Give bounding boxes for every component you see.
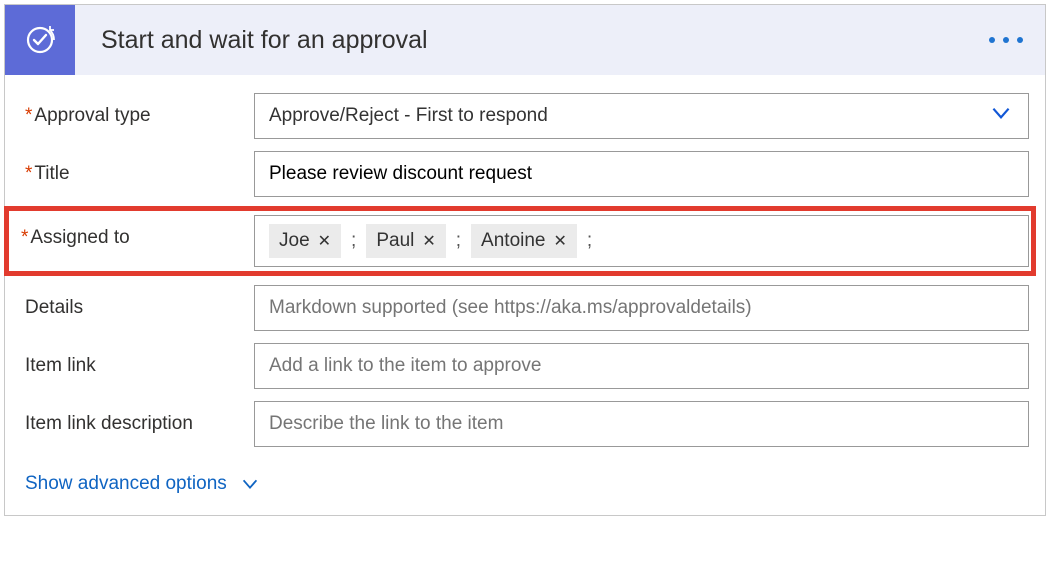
card-header: Start and wait for an approval xyxy=(5,5,1045,75)
details-label: Details xyxy=(21,285,246,319)
ellipsis-icon xyxy=(1003,37,1009,43)
assignee-chip-label: Antoine xyxy=(481,230,545,252)
item-link-input[interactable] xyxy=(269,355,1014,377)
title-input-wrapper xyxy=(254,151,1029,197)
more-actions-button[interactable] xyxy=(989,37,1023,43)
chip-separator: ; xyxy=(587,230,592,252)
approval-type-select[interactable]: Approve/Reject - First to respond xyxy=(254,93,1029,139)
show-advanced-options-button[interactable]: Show advanced options xyxy=(25,473,261,495)
assignee-chip: Joe ✕ xyxy=(269,224,341,258)
remove-chip-button[interactable]: ✕ xyxy=(318,231,331,251)
title-row: *Title xyxy=(21,151,1029,197)
card-title: Start and wait for an approval xyxy=(75,26,428,55)
ellipsis-icon xyxy=(1017,37,1023,43)
card-body: *Approval type Approve/Reject - First to… xyxy=(5,75,1045,515)
show-advanced-label: Show advanced options xyxy=(25,473,227,495)
approval-type-value: Approve/Reject - First to respond xyxy=(269,105,548,127)
item-link-input-wrapper xyxy=(254,343,1029,389)
assigned-to-input[interactable]: Joe ✕ ; Paul ✕ ; Antoine ✕ ; xyxy=(254,215,1029,267)
item-link-label: Item link xyxy=(21,343,246,377)
required-asterisk: * xyxy=(25,105,32,126)
remove-chip-button[interactable]: ✕ xyxy=(554,231,567,251)
chevron-down-icon xyxy=(988,100,1014,132)
item-link-desc-input-wrapper xyxy=(254,401,1029,447)
item-link-row: Item link xyxy=(21,343,1029,389)
required-asterisk: * xyxy=(25,163,32,184)
details-input-wrapper xyxy=(254,285,1029,331)
chip-separator: ; xyxy=(456,230,461,252)
approval-type-label: *Approval type xyxy=(21,93,246,127)
approval-type-row: *Approval type Approve/Reject - First to… xyxy=(21,93,1029,139)
assignee-chip: Paul ✕ xyxy=(366,224,445,258)
approval-action-card: Start and wait for an approval *Approval… xyxy=(4,4,1046,516)
chip-separator: ; xyxy=(351,230,356,252)
item-link-desc-input[interactable] xyxy=(269,413,1014,435)
details-input[interactable] xyxy=(269,297,1014,319)
details-row: Details xyxy=(21,285,1029,331)
title-label: *Title xyxy=(21,151,246,185)
item-link-desc-row: Item link description xyxy=(21,401,1029,447)
ellipsis-icon xyxy=(989,37,995,43)
item-link-desc-label: Item link description xyxy=(21,401,246,435)
chevron-down-icon xyxy=(239,473,261,495)
approval-icon xyxy=(5,5,75,75)
assignee-chip: Antoine ✕ xyxy=(471,224,577,258)
title-input[interactable] xyxy=(269,163,1014,185)
assigned-to-label: *Assigned to xyxy=(21,215,246,249)
required-asterisk: * xyxy=(21,227,28,248)
assignee-chip-label: Joe xyxy=(279,230,310,252)
assignee-chip-label: Paul xyxy=(376,230,414,252)
assigned-to-row: *Assigned to Joe ✕ ; Paul ✕ ; Antoine xyxy=(7,209,1033,273)
remove-chip-button[interactable]: ✕ xyxy=(422,231,435,251)
